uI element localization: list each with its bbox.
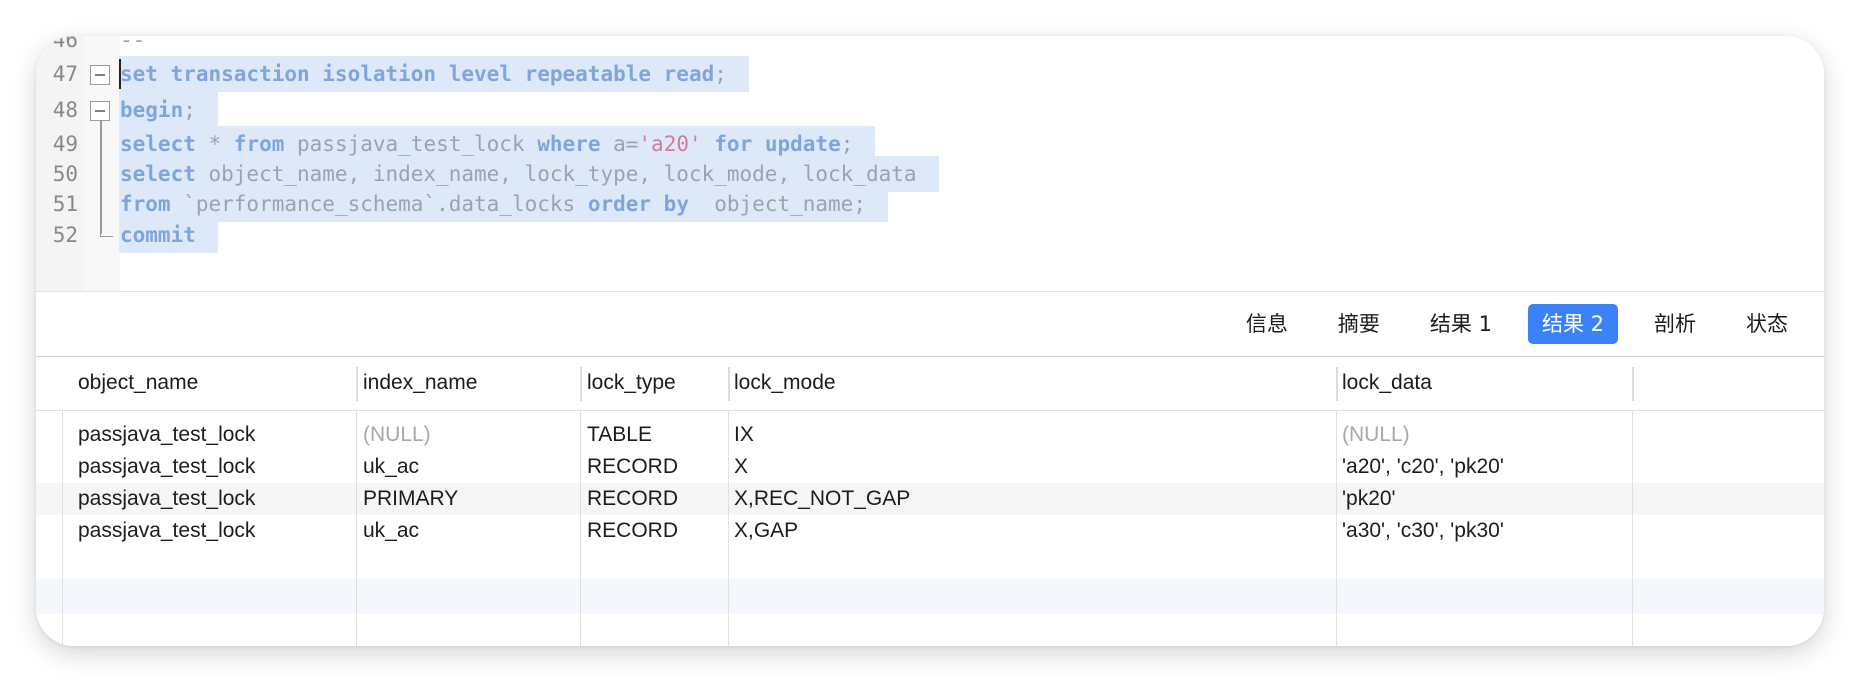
sql-keyword: from: [233, 132, 285, 156]
sql-keyword: where: [537, 132, 601, 156]
col-lock-data-cell[interactable]: 'a30', 'c30', 'pk30': [1342, 519, 1504, 543]
editor-line[interactable]: 52 commit: [36, 217, 1824, 253]
col-object-name-cell[interactable]: passjava_test_lock: [78, 519, 255, 543]
sql-keyword: from: [120, 192, 171, 216]
column-resize-handle[interactable]: [1336, 367, 1338, 401]
sql-keyword: commit: [120, 223, 196, 247]
code-text: set transaction isolation level repeatab…: [119, 56, 749, 92]
col-object-name-header[interactable]: object_name: [78, 371, 198, 395]
col-lock-type-cell[interactable]: RECORD: [587, 519, 678, 543]
sql-text: `performance_schema`.data_locks: [170, 192, 588, 216]
editor-line[interactable]: 46 --: [36, 36, 1824, 58]
col-index-name-cell[interactable]: PRIMARY: [363, 487, 458, 511]
col-lock-data-cell[interactable]: 'pk20': [1342, 487, 1396, 511]
sql-text: object_name;: [688, 192, 866, 216]
sql-keyword: set transaction isolation level repeatab…: [120, 62, 715, 86]
col-lock-mode-cell[interactable]: X,REC_NOT_GAP: [734, 487, 910, 511]
fold-end-marker: [100, 217, 113, 237]
sql-keyword: for update: [714, 132, 841, 156]
sql-text: passjava_test_lock: [284, 132, 538, 156]
col-lock-mode-cell[interactable]: IX: [734, 423, 754, 447]
col-lock-data-cell[interactable]: 'a20', 'c20', 'pk20': [1342, 455, 1504, 479]
col-object-name-cell[interactable]: passjava_test_lock: [78, 455, 255, 479]
table-row[interactable]: passjava_test_lock uk_ac RECORD X 'a20', 'c2…: [36, 451, 1824, 483]
column-resize-handle[interactable]: [728, 367, 730, 401]
line-number: 52: [52, 223, 78, 247]
tab-summary[interactable]: 摘要: [1324, 304, 1394, 344]
tab-result-1[interactable]: 结果 1: [1416, 304, 1506, 344]
sql-string: 'a20': [638, 132, 702, 156]
fold-collapse-icon[interactable]: [90, 65, 110, 85]
sql-editor[interactable]: 46 -- 47 set transaction isolation level re…: [36, 36, 1824, 291]
col-lock-type-cell[interactable]: TABLE: [587, 423, 652, 447]
col-lock-type-cell[interactable]: RECORD: [587, 455, 678, 479]
query-window: 46 -- 47 set transaction isolation level re…: [36, 36, 1824, 646]
col-index-name-cell[interactable]: uk_ac: [363, 519, 419, 543]
table-row[interactable]: passjava_test_lock uk_ac RECORD X,GAP 'a30',…: [36, 515, 1824, 547]
result-tab-bar: 信息 摘要 结果 1 结果 2 剖析 状态: [36, 291, 1824, 358]
tab-result-2[interactable]: 结果 2: [1527, 304, 1618, 344]
code-text: begin;: [119, 92, 218, 128]
sql-keyword: begin: [120, 98, 184, 122]
col-object-name-cell[interactable]: passjava_test_lock: [78, 487, 255, 511]
line-number: 46: [52, 36, 78, 52]
code-text: --: [119, 36, 167, 58]
col-lock-mode-cell[interactable]: X: [734, 455, 748, 479]
text-cursor: [119, 59, 121, 89]
sql-keyword: select: [120, 132, 196, 156]
column-resize-handle[interactable]: [356, 367, 358, 401]
col-lock-data-cell[interactable]: (NULL): [1342, 423, 1410, 447]
col-object-name-cell[interactable]: passjava_test_lock: [78, 423, 255, 447]
col-lock-mode-cell[interactable]: X,GAP: [734, 519, 798, 543]
sql-keyword: select: [120, 162, 196, 186]
tab-status[interactable]: 状态: [1732, 304, 1802, 344]
col-lock-type-header[interactable]: lock_type: [587, 371, 676, 395]
column-resize-handle[interactable]: [1632, 367, 1634, 401]
col-index-name-cell[interactable]: uk_ac: [363, 455, 419, 479]
line-number: 47: [52, 62, 78, 86]
code-text: commit: [119, 217, 218, 253]
sql-keyword: order by: [587, 192, 689, 216]
line-number: 48: [52, 98, 78, 122]
col-index-name-header[interactable]: index_name: [363, 371, 477, 395]
sql-text: object_name, index_name, lock_type, lock…: [195, 162, 917, 186]
result-grid[interactable]: object_name index_name lock_type lock_mode l…: [36, 357, 1824, 646]
tab-info[interactable]: 信息: [1232, 304, 1302, 344]
col-lock-mode-header[interactable]: lock_mode: [734, 371, 836, 395]
sql-text: a=: [600, 132, 639, 156]
sql-text: ;: [183, 98, 196, 122]
col-lock-data-header[interactable]: lock_data: [1342, 371, 1432, 395]
sql-text: ;: [714, 62, 727, 86]
col-lock-type-cell[interactable]: RECORD: [587, 487, 678, 511]
table-row[interactable]: passjava_test_lock PRIMARY RECORD X,REC_NOT…: [36, 483, 1824, 515]
sql-text: ;: [840, 132, 854, 156]
sql-text: *: [195, 132, 234, 156]
editor-line[interactable]: 47 set transaction isolation level repeat…: [36, 56, 1824, 92]
editor-line[interactable]: 48 begin;: [36, 92, 1824, 128]
sql-text: --: [120, 36, 146, 52]
col-index-name-cell[interactable]: (NULL): [363, 423, 431, 447]
table-row[interactable]: passjava_test_lock (NULL) TABLE IX (NULL): [36, 419, 1824, 451]
fold-collapse-icon[interactable]: [90, 101, 110, 121]
column-resize-handle[interactable]: [580, 367, 582, 401]
table-header: object_name index_name lock_type lock_mode l…: [36, 357, 1824, 411]
empty-row: [36, 579, 1824, 614]
tab-profile[interactable]: 剖析: [1640, 304, 1710, 344]
